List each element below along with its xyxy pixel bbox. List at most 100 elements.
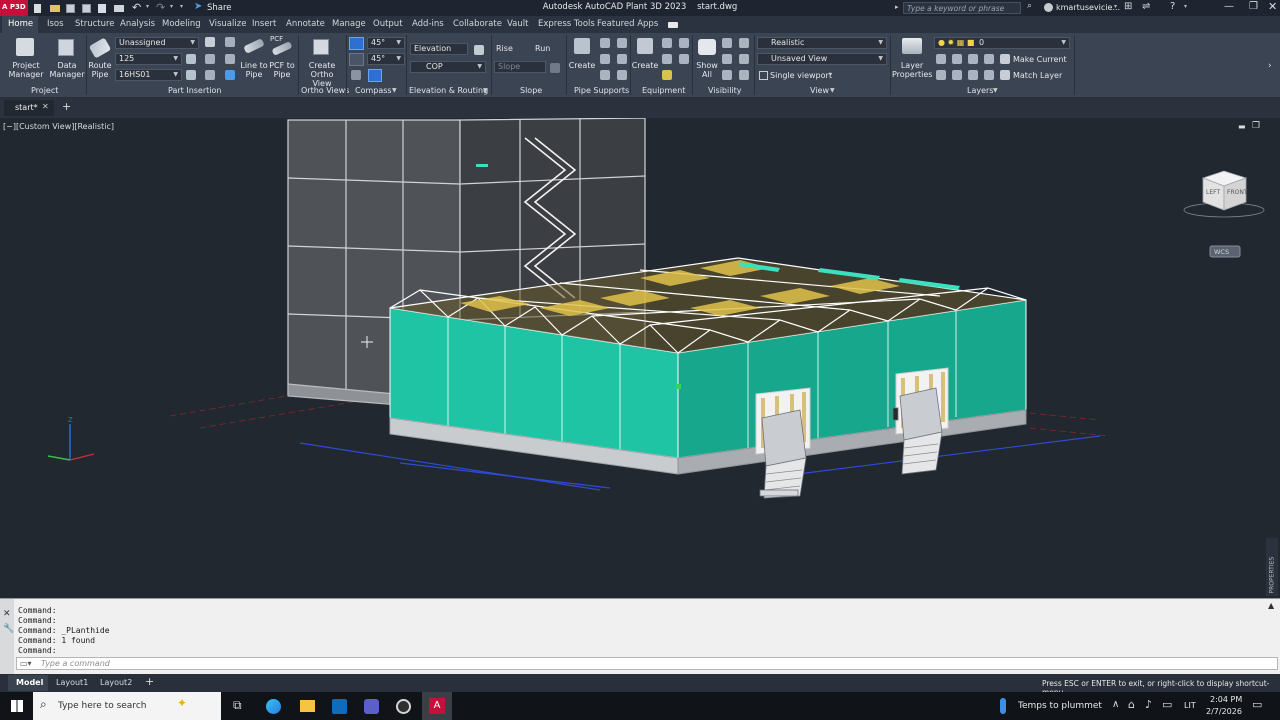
tab-modeling[interactable]: Modeling — [162, 19, 201, 29]
support-tool-3-icon[interactable] — [600, 54, 610, 64]
volume-icon[interactable]: ♪ — [1145, 698, 1152, 711]
tab-visualize[interactable]: Visualize — [209, 19, 246, 29]
spec-viewer-icon[interactable] — [205, 37, 215, 47]
tooltip-angle-icon[interactable] — [351, 70, 361, 80]
create-ortho-view-button[interactable]: Create Ortho View — [300, 61, 344, 88]
elevation-pick-icon[interactable] — [474, 45, 484, 55]
panel-layers-label[interactable]: Layers — [967, 86, 993, 95]
viewport-config-button[interactable]: Single viewport — [770, 71, 832, 80]
make-current-button[interactable]: Make Current — [1013, 55, 1067, 64]
compass-toggle-icon[interactable] — [349, 37, 364, 50]
support-tool-4-icon[interactable] — [617, 54, 627, 64]
snap-angle-select[interactable]: 45° ▼ — [367, 53, 405, 65]
tab-structure[interactable]: Structure — [75, 19, 115, 29]
battery-icon[interactable]: ▭ — [1162, 698, 1172, 711]
layer-tool-8-icon[interactable] — [984, 70, 994, 80]
line-number-select[interactable]: 16HS01 ▼ — [115, 69, 182, 81]
spec-select[interactable]: Unassigned ▼ — [115, 37, 199, 49]
project-manager-button[interactable]: Project Manager — [6, 61, 46, 79]
route-pipe-button[interactable]: Route Pipe — [86, 61, 114, 79]
user-account-menu[interactable]: kmartusevicie... — [1056, 3, 1120, 12]
tab-isos[interactable]: Isos — [47, 19, 64, 29]
panel-compass-label[interactable]: Compass — [355, 86, 392, 95]
move-pipe-icon[interactable] — [205, 70, 215, 80]
scroll-up-icon[interactable]: ▲ — [1268, 601, 1274, 610]
language-indicator[interactable]: LIT — [1184, 701, 1196, 710]
close-tab-icon[interactable]: ✕ — [42, 102, 49, 111]
show-objects-icon[interactable] — [722, 70, 732, 80]
compass-snap-icon[interactable] — [349, 53, 364, 66]
clock-time[interactable]: 2:04 PM — [1210, 695, 1242, 704]
ribbon-overflow-icon[interactable]: › — [1268, 61, 1272, 71]
search-icon[interactable]: ⌕ — [1027, 1, 1032, 11]
layer-tool-5-icon[interactable] — [936, 70, 946, 80]
cop-select[interactable]: COP ▼ — [410, 61, 486, 73]
view-panel-dropdown-icon[interactable]: ▼ — [830, 87, 835, 94]
angle-increment-select[interactable]: 45° ▼ — [367, 37, 405, 49]
taskbar-search-box[interactable]: ⌕ Type here to search ✦ — [33, 692, 221, 720]
layer-tool-4-icon[interactable] — [984, 54, 994, 64]
match-layer-button[interactable]: Match Layer — [1013, 71, 1062, 80]
panel-elevation-routing-label[interactable]: Elevation & Routing — [409, 86, 488, 95]
chrome-icon[interactable] — [396, 699, 411, 714]
help-search-input[interactable]: Type a keyword or phrase — [903, 2, 1021, 14]
viewport-config-dropdown-icon[interactable]: ▾ — [829, 71, 832, 78]
tab-layout2[interactable]: Layout2 — [100, 678, 132, 687]
support-tool-2-icon[interactable] — [617, 38, 627, 48]
tab-featured-apps[interactable]: Featured Apps — [597, 19, 658, 29]
layer-tool-7-icon[interactable] — [968, 70, 978, 80]
grid-icon[interactable] — [225, 37, 235, 47]
line-to-pipe-button[interactable]: Line to Pipe — [240, 61, 268, 79]
tray-overflow-icon[interactable]: ∧ — [1112, 699, 1119, 710]
tab-vault[interactable]: Vault — [507, 19, 528, 29]
connect-icon[interactable]: ⇌ — [1142, 1, 1150, 12]
command-settings-icon[interactable]: 🔧 — [3, 624, 14, 634]
properties-palette-tab[interactable]: PROPERTIES — [1266, 538, 1278, 596]
layers-panel-dropdown-icon[interactable]: ▼ — [993, 87, 998, 94]
tab-add-ins[interactable]: Add-ins — [412, 19, 444, 29]
tool-palette-icon[interactable] — [186, 54, 196, 64]
user-icon[interactable] — [1044, 3, 1053, 12]
layer-tool-6-icon[interactable] — [952, 70, 962, 80]
tab-insert[interactable]: Insert — [252, 19, 276, 29]
size-select[interactable]: 125 ▼ — [115, 53, 182, 65]
tab-collaborate[interactable]: Collaborate — [453, 19, 502, 29]
file-explorer-icon[interactable] — [300, 700, 315, 712]
show-all-button[interactable]: Show All — [694, 61, 720, 79]
hide-objects-icon[interactable] — [739, 70, 749, 80]
isolate-icon[interactable] — [739, 38, 749, 48]
doc-tab-start[interactable]: start* ✕ — [4, 100, 54, 116]
equipment-tool-3-icon[interactable] — [662, 54, 672, 64]
network-icon[interactable]: ⌂ — [1128, 698, 1135, 711]
hide-selected-icon[interactable] — [722, 54, 732, 64]
panel-view-label[interactable]: View — [810, 86, 829, 95]
edge-icon[interactable] — [266, 699, 281, 714]
minimize-window-icon[interactable]: — — [1224, 1, 1234, 12]
outlook-icon[interactable] — [332, 699, 347, 714]
support-tool-5-icon[interactable] — [600, 70, 610, 80]
command-input-field[interactable]: ▭▾ Type a command — [16, 657, 1278, 670]
data-manager-button[interactable]: Data Manager — [48, 61, 86, 79]
named-view-select[interactable]: Unsaved View ▼ — [757, 53, 887, 65]
model-viewport[interactable]: [−][Custom View][Realistic] ▬ ❐ Z LEFT F… — [0, 118, 1280, 598]
tab-layout1[interactable]: Layout1 — [56, 678, 88, 687]
slope-toggle-icon[interactable] — [550, 63, 560, 73]
tab-model[interactable]: Model — [8, 675, 48, 691]
add-layout-icon[interactable]: + — [145, 675, 154, 688]
clock-date[interactable]: 2/7/2026 — [1206, 707, 1242, 716]
visibility-tool-icon[interactable] — [739, 54, 749, 64]
create-equipment-button[interactable]: Create — [631, 61, 659, 70]
tab-output[interactable]: Output — [373, 19, 403, 29]
connect-pipe-icon[interactable] — [205, 54, 215, 64]
help-icon[interactable]: ? — [1170, 1, 1175, 12]
equipment-tool-1-icon[interactable] — [662, 38, 672, 48]
tab-express-tools[interactable]: Express Tools — [538, 19, 595, 29]
autocad-taskbar-icon[interactable]: A — [422, 692, 452, 720]
create-support-button[interactable]: Create — [568, 61, 596, 70]
layer-select[interactable]: ● ✹ ▦ ■ 0 ▼ — [934, 37, 1070, 49]
task-view-icon[interactable]: ⧉ — [233, 698, 242, 713]
compass-grid-icon[interactable] — [368, 69, 382, 82]
help-dropdown-icon[interactable]: ▾ — [1184, 3, 1187, 10]
equipment-tool-4-icon[interactable] — [679, 54, 689, 64]
compass-panel-dropdown-icon[interactable]: ▼ — [392, 87, 397, 94]
